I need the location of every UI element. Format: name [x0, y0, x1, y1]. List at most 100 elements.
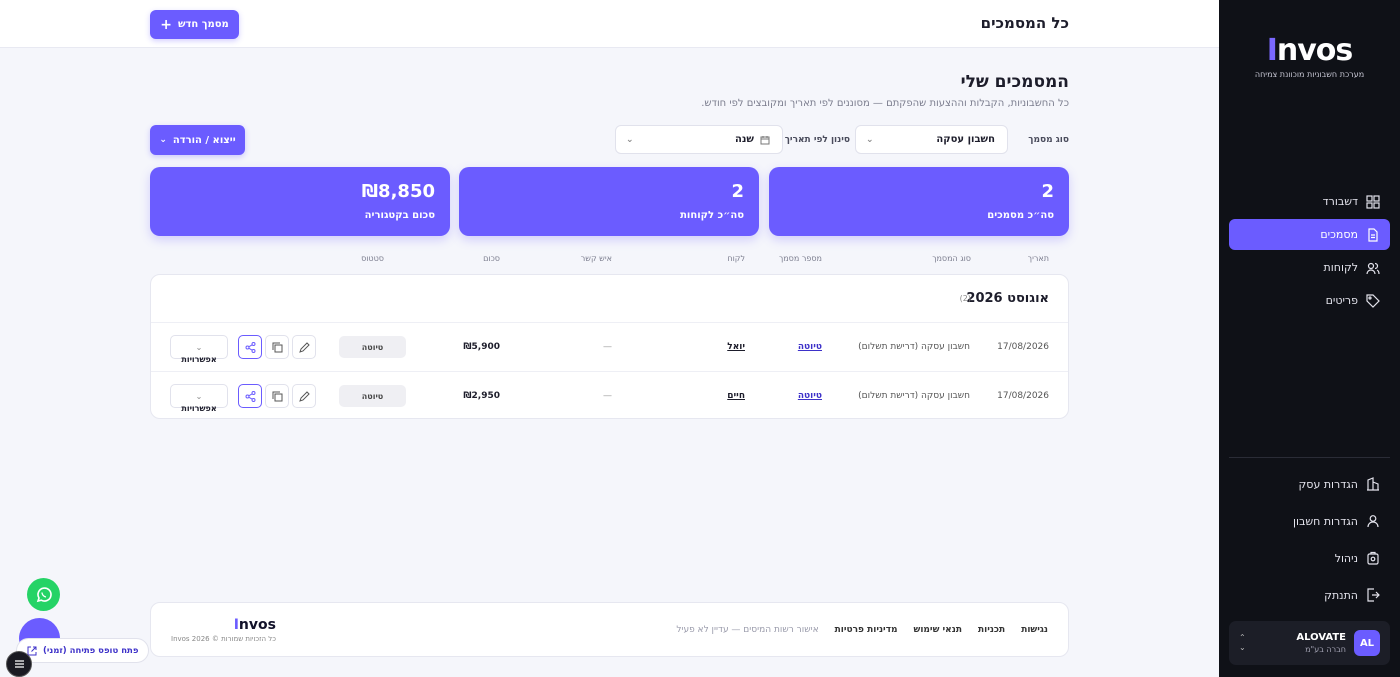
sidebar-item-logout[interactable]: התנתק — [1229, 577, 1390, 613]
options-label: אפשרויות — [181, 355, 217, 364]
column-header-status: סטטוס — [361, 254, 384, 263]
open-intake-form-label: פתח טופס פתיחה (זמני) — [43, 645, 139, 656]
tax-authority-note: אישור רשות המיסים — עדיין לא פעיל — [676, 625, 819, 635]
open-intake-form-button[interactable]: פתח טופס פתיחה (זמני) — [16, 638, 150, 663]
duplicate-button[interactable] — [265, 384, 289, 408]
footer-link-accessibility[interactable]: נגישות — [1021, 625, 1048, 635]
cell-doc-number-link[interactable]: טיוטה — [798, 391, 822, 401]
logo-prefix: I — [1266, 33, 1278, 68]
status-badge: טיוטה — [339, 385, 406, 407]
sidebar-item-dashboard[interactable]: דשבורד — [1229, 186, 1390, 217]
share-button[interactable] — [238, 335, 262, 359]
menu-button[interactable] — [6, 651, 32, 677]
new-document-button[interactable]: מסמך חדש + — [150, 10, 239, 39]
sidebar-item-label: פריטים — [1325, 294, 1358, 307]
cell-doc-type: חשבון עסקה (דרישת תשלום) — [858, 342, 970, 352]
edit-button[interactable] — [292, 335, 316, 359]
stat-label: סה״כ מסמכים — [987, 210, 1054, 221]
new-document-label: מסמך חדש — [177, 19, 229, 30]
footer-logo-text: nvos — [238, 617, 276, 633]
chevron-down-icon: ⌄ — [195, 391, 203, 401]
logo[interactable]: Invos מערכת חשבוניות מוכוונת צמיחה — [1219, 33, 1400, 80]
footer-link-privacy[interactable]: מדיניות פרטיות — [835, 625, 898, 635]
edit-button[interactable] — [292, 384, 316, 408]
sidebar-item-label: לקוחות — [1323, 261, 1358, 274]
user-icon — [1367, 515, 1379, 528]
account-switcher[interactable]: AL ALOVATE חברה בע"מ ⌃ ⌄ — [1229, 621, 1390, 665]
copy-icon — [272, 342, 282, 352]
footer-links: נגישות תכניות תנאי שימוש מדיניות פרטיות … — [676, 625, 1048, 635]
stat-card-category-sum: ₪8,850 סכום בקטגוריה — [150, 167, 450, 236]
documents-table: אוגוסט 2026 (2) 17/08/2026 חשבון עסקה (ד… — [150, 274, 1069, 419]
cell-doc-type: חשבון עסקה (דרישת תשלום) — [858, 391, 970, 401]
table-header: תאריך סוג המסמך מספר מסמך לקוח איש קשר ס… — [150, 254, 1069, 266]
month-group-count: (2) — [959, 294, 971, 303]
share-icon — [245, 341, 255, 353]
table-row[interactable]: 17/08/2026 חשבון עסקה (דרישת תשלום) טיוט… — [151, 371, 1068, 420]
whatsapp-button[interactable] — [27, 578, 60, 611]
footer-logo: Invos כל הזכויות שמורות © Invos 2026 — [171, 617, 276, 643]
sidebar-divider — [1229, 457, 1390, 458]
chevron-down-icon: ⌄ — [626, 134, 634, 145]
cell-contact: — — [603, 342, 612, 352]
export-label: ייצוא / הורדה — [172, 134, 236, 146]
sidebar: Invos מערכת חשבוניות מוכוונת צמיחה דשבור… — [1219, 0, 1400, 677]
pencil-icon — [298, 341, 310, 353]
chevron-down-icon: ⌄ — [195, 342, 203, 352]
page-title: המסמכים שלי — [960, 72, 1069, 92]
column-header-client: לקוח — [727, 254, 745, 263]
sidebar-item-label: ניהול — [1334, 551, 1358, 565]
table-row[interactable]: 17/08/2026 חשבון עסקה (דרישת תשלום) טיוט… — [151, 322, 1068, 371]
sidebar-item-business-settings[interactable]: הגדרות עסק — [1229, 466, 1390, 502]
stat-value: 2 — [1041, 181, 1054, 202]
chevron-updown-icon: ⌃ ⌄ — [1239, 633, 1246, 652]
hamburger-icon — [14, 660, 24, 668]
options-label: אפשרויות — [181, 404, 217, 413]
logo-tagline: מערכת חשבוניות מוכוונת צמיחה — [1254, 70, 1365, 79]
footer-link-terms[interactable]: תנאי שימוש — [914, 625, 962, 635]
stat-value: 2 — [731, 181, 744, 202]
sidebar-item-label: הגדרות חשבון — [1293, 514, 1358, 528]
lock-icon — [1367, 551, 1379, 565]
cell-doc-number-link[interactable]: טיוטה — [798, 342, 822, 352]
doc-type-select[interactable]: חשבון עסקה ⌄ — [855, 125, 1008, 154]
row-options-button[interactable]: אפשרויות ⌄ — [170, 384, 228, 413]
sidebar-nav: דשבורד מסמכים לקוחות פריטים — [1229, 186, 1390, 318]
sidebar-item-documents[interactable]: מסמכים — [1229, 219, 1390, 250]
sidebar-item-clients[interactable]: לקוחות — [1229, 252, 1390, 283]
footer-link-plans[interactable]: תכניות — [978, 625, 1005, 635]
logout-icon — [1367, 588, 1380, 602]
row-options-button[interactable]: אפשרויות ⌄ — [170, 335, 228, 364]
date-range-value: שנה — [735, 134, 754, 145]
share-button[interactable] — [238, 384, 262, 408]
topbar: כל המסמכים מסמך חדש + — [0, 0, 1219, 48]
account-name: ALOVATE — [1296, 632, 1346, 643]
cell-client-link[interactable]: יואל — [727, 342, 745, 352]
sidebar-item-items[interactable]: פריטים — [1229, 285, 1390, 316]
stat-value: ₪8,850 — [361, 181, 435, 202]
stat-label: סכום בקטגוריה — [364, 210, 435, 221]
duplicate-button[interactable] — [265, 335, 289, 359]
sidebar-item-label: מסמכים — [1320, 228, 1358, 241]
sidebar-item-label: הגדרות עסק — [1298, 477, 1359, 491]
sidebar-item-account-settings[interactable]: הגדרות חשבון — [1229, 503, 1390, 539]
footer: נגישות תכניות תנאי שימוש מדיניות פרטיות … — [150, 602, 1069, 657]
stat-label: סה״כ לקוחות — [680, 210, 744, 221]
date-range-select[interactable]: שנה ⌄ — [615, 125, 783, 154]
grid-icon — [1366, 194, 1380, 209]
page-subtitle: כל החשבוניות, הקבלות וההצעות שהפקתם — מס… — [701, 98, 1069, 109]
column-header-doc-type: סוג המסמך — [932, 254, 971, 263]
export-download-button[interactable]: ייצוא / הורדה ⌄ — [150, 125, 245, 155]
cell-amount: ₪2,950 — [463, 391, 500, 401]
sidebar-item-admin[interactable]: ניהול — [1229, 540, 1390, 576]
month-group-title: אוגוסט 2026 — [966, 291, 1049, 306]
document-icon — [1368, 227, 1378, 242]
plus-icon: + — [160, 16, 172, 33]
building-icon — [1367, 477, 1379, 491]
sidebar-nav-bottom: הגדרות עסק הגדרות חשבון ניהול התנתק — [1229, 466, 1390, 614]
cell-client-link[interactable]: חיים — [727, 391, 745, 401]
share-icon — [245, 390, 255, 402]
doc-type-filter-label: סוג מסמך — [1028, 135, 1069, 145]
users-icon — [1366, 262, 1380, 274]
cell-date: 17/08/2026 — [997, 391, 1049, 401]
